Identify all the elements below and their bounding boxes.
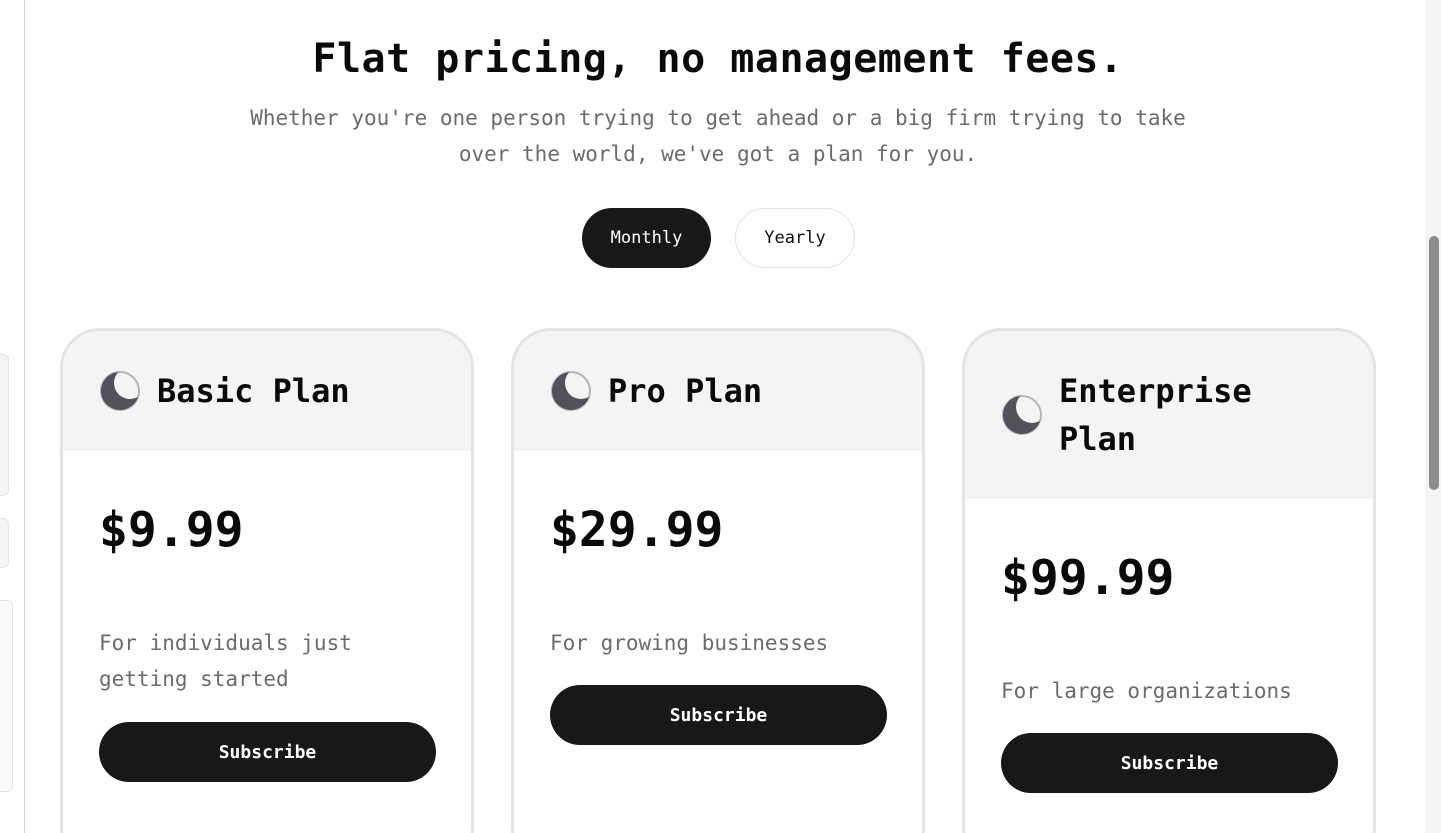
page-title: Flat pricing, no management fees.	[312, 36, 1124, 82]
plan-description: For individuals just getting started	[99, 631, 352, 691]
plan-card-basic: Basic Plan $9.99 For individuals just ge…	[60, 328, 474, 833]
plan-name: Pro Plan	[608, 372, 763, 410]
plan-card-body: $29.99 For growing businesses Subscribe	[514, 451, 922, 745]
yearly-toggle-button[interactable]: Yearly	[735, 208, 855, 268]
side-panel-tab[interactable]	[0, 600, 13, 792]
plan-price: $9.99	[99, 502, 244, 558]
subscribe-button[interactable]: Subscribe	[1001, 733, 1338, 793]
monthly-toggle-button[interactable]: Monthly	[582, 208, 711, 268]
plan-card-body: $99.99 For large organizations Subscribe	[965, 499, 1373, 793]
moon-icon	[1002, 394, 1043, 435]
plan-description: For large organizations	[1001, 679, 1292, 703]
page-subtitle: Whether you're one person trying to get …	[250, 106, 1186, 166]
pricing-page: Flat pricing, no management fees. Whethe…	[0, 0, 1441, 833]
plan-card-body: $9.99 For individuals just getting start…	[63, 451, 471, 782]
subscribe-button[interactable]: Subscribe	[550, 685, 887, 745]
moon-icon	[100, 370, 141, 411]
plan-card-header: Pro Plan	[514, 331, 922, 451]
plan-price: $99.99	[1001, 550, 1175, 606]
plan-card-enterprise: Enterprise Plan $99.99 For large organiz…	[962, 328, 1376, 833]
plan-card-header: Basic Plan	[63, 331, 471, 451]
subscribe-button[interactable]: Subscribe	[99, 722, 436, 782]
plan-card-header: Enterprise Plan	[965, 331, 1373, 499]
plan-name: Enterprise Plan	[1059, 372, 1252, 458]
left-divider	[24, 0, 25, 833]
plan-description: For growing businesses	[550, 631, 829, 655]
scrollbar-thumb[interactable]	[1429, 236, 1439, 490]
vertical-scrollbar[interactable]	[1426, 0, 1441, 833]
side-panel-tab[interactable]	[0, 354, 9, 496]
side-panel-tab[interactable]	[0, 518, 9, 568]
plan-name: Basic Plan	[157, 372, 350, 410]
moon-icon	[551, 370, 592, 411]
plan-price: $29.99	[550, 502, 724, 558]
plan-card-pro: Pro Plan $29.99 For growing businesses S…	[511, 328, 925, 833]
